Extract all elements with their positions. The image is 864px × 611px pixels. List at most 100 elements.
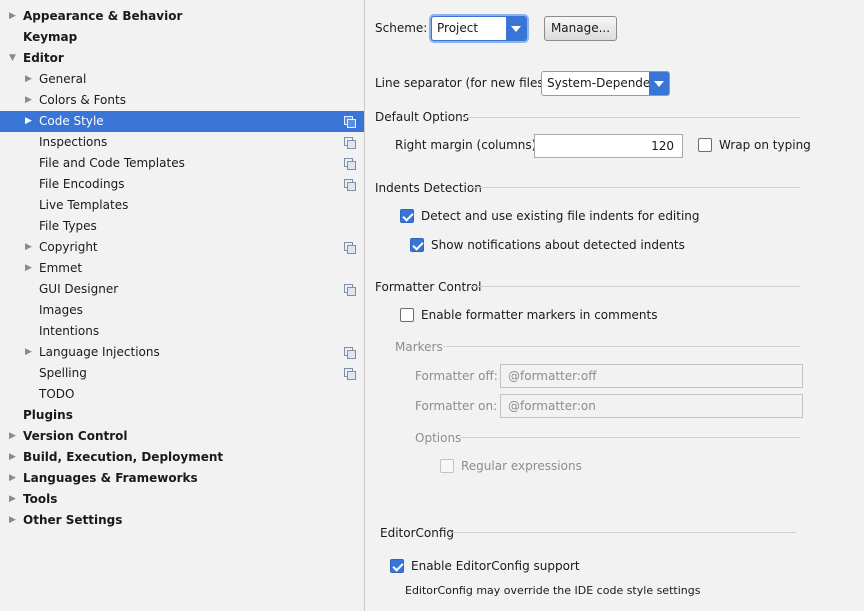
- scheme-dropdown[interactable]: Project: [431, 16, 527, 41]
- sidebar-item-label: General: [39, 72, 87, 86]
- sidebar-item-intentions[interactable]: Intentions: [0, 321, 364, 342]
- sidebar-item-copyright[interactable]: ▶ Copyright: [0, 237, 364, 258]
- sidebar-item-label: Build, Execution, Deployment: [23, 450, 224, 464]
- divider: [449, 532, 796, 533]
- show-notifications-label: Show notifications about detected indent…: [431, 238, 685, 252]
- sidebar-item-build-execution-deployment[interactable]: ▶ Build, Execution, Deployment: [0, 447, 364, 468]
- expand-right-icon[interactable]: ▶: [25, 342, 35, 363]
- sidebar-item-todo[interactable]: TODO: [0, 384, 364, 405]
- sidebar-item-plugins[interactable]: Plugins: [0, 405, 364, 426]
- sidebar-item-emmet[interactable]: ▶ Emmet: [0, 258, 364, 279]
- formatter-control-title: Formatter Control: [375, 280, 482, 294]
- expand-right-icon[interactable]: ▶: [25, 111, 35, 132]
- expand-right-icon[interactable]: ▶: [25, 258, 35, 279]
- divider: [461, 437, 800, 438]
- sidebar-item-tools[interactable]: ▶ Tools: [0, 489, 364, 510]
- sidebar-item-label: Keymap: [23, 30, 78, 44]
- editorconfig-title: EditorConfig: [380, 526, 455, 540]
- sidebar-item-spelling[interactable]: Spelling: [0, 363, 364, 384]
- sidebar-item-label: Live Templates: [39, 198, 129, 212]
- formatter-markers-label: Enable formatter markers in comments: [421, 308, 658, 322]
- sidebar-item-label: File and Code Templates: [39, 156, 185, 170]
- expand-right-icon[interactable]: ▶: [9, 510, 19, 531]
- sidebar-item-label: GUI Designer: [39, 282, 119, 296]
- regular-expressions-checkbox[interactable]: [440, 459, 454, 473]
- code-style-panel: Scheme: Project Manage... Line separator…: [365, 0, 864, 611]
- sidebar-item-label: Intentions: [39, 324, 100, 338]
- sidebar-item-label: File Encodings: [39, 177, 125, 191]
- right-margin-input[interactable]: 120: [534, 134, 683, 158]
- scheme-value: Project: [437, 21, 479, 35]
- sidebar-item-label: Language Injections: [39, 345, 160, 359]
- sidebar-item-editor[interactable]: ▼ Editor: [0, 48, 364, 69]
- sidebar-item-file-types[interactable]: File Types: [0, 216, 364, 237]
- expand-right-icon[interactable]: ▶: [9, 489, 19, 510]
- sidebar-item-label: Copyright: [39, 240, 98, 254]
- sidebar-item-appearance-behavior[interactable]: ▶ Appearance & Behavior: [0, 6, 364, 27]
- chevron-down-icon: [506, 17, 526, 40]
- sidebar-item-inspections[interactable]: Inspections: [0, 132, 364, 153]
- line-separator-value: System-Dependent: [547, 76, 663, 90]
- divider: [471, 187, 800, 188]
- markers-title: Markers: [395, 340, 443, 354]
- sidebar-item-label: Other Settings: [23, 513, 123, 527]
- expand-right-icon[interactable]: ▶: [25, 237, 35, 258]
- divider: [443, 346, 800, 347]
- expand-down-icon[interactable]: ▼: [9, 48, 19, 69]
- sidebar-item-file-encodings[interactable]: File Encodings: [0, 174, 364, 195]
- expand-right-icon[interactable]: ▶: [9, 447, 19, 468]
- project-scope-icon: [344, 116, 356, 128]
- sidebar-item-file-and-code-templates[interactable]: File and Code Templates: [0, 153, 364, 174]
- sidebar-item-images[interactable]: Images: [0, 300, 364, 321]
- sidebar-item-label: File Types: [39, 219, 97, 233]
- sidebar-item-label: Emmet: [39, 261, 83, 275]
- expand-right-icon[interactable]: ▶: [25, 90, 35, 111]
- formatter-on-label: Formatter on:: [415, 399, 498, 413]
- expand-right-icon[interactable]: ▶: [9, 6, 19, 27]
- line-separator-dropdown[interactable]: System-Dependent: [541, 71, 670, 96]
- wrap-on-typing-checkbox[interactable]: [698, 138, 712, 152]
- sidebar-item-code-style[interactable]: ▶ Code Style: [0, 111, 364, 132]
- sidebar-item-other-settings[interactable]: ▶ Other Settings: [0, 510, 364, 531]
- sidebar-item-general[interactable]: ▶ General: [0, 69, 364, 90]
- sidebar-item-label: Spelling: [39, 366, 87, 380]
- sidebar-item-live-templates[interactable]: Live Templates: [0, 195, 364, 216]
- expand-right-icon[interactable]: ▶: [25, 69, 35, 90]
- sidebar-item-label: Languages & Frameworks: [23, 471, 198, 485]
- sidebar-item-keymap[interactable]: Keymap: [0, 27, 364, 48]
- scheme-label: Scheme:: [375, 21, 428, 35]
- sidebar-item-colors-fonts[interactable]: ▶ Colors & Fonts: [0, 90, 364, 111]
- sidebar-item-label: Version Control: [23, 429, 128, 443]
- formatter-on-input[interactable]: @formatter:on: [500, 394, 803, 418]
- show-notifications-checkbox[interactable]: [410, 238, 424, 252]
- divider: [464, 117, 800, 118]
- sidebar-item-label: Code Style: [39, 114, 104, 128]
- expand-right-icon[interactable]: ▶: [9, 426, 19, 447]
- formatter-off-input[interactable]: @formatter:off: [500, 364, 803, 388]
- project-scope-icon: [344, 158, 356, 170]
- enable-editorconfig-label: Enable EditorConfig support: [411, 559, 580, 573]
- chevron-down-icon: [649, 72, 669, 95]
- options-title: Options: [415, 431, 462, 445]
- sidebar-item-label: Colors & Fonts: [39, 93, 126, 107]
- editorconfig-note: EditorConfig may override the IDE code s…: [405, 584, 701, 597]
- sidebar-item-label: TODO: [39, 387, 75, 401]
- project-scope-icon: [344, 137, 356, 149]
- sidebar-item-label: Editor: [23, 51, 64, 65]
- sidebar-item-language-injections[interactable]: ▶ Language Injections: [0, 342, 364, 363]
- project-scope-icon: [344, 347, 356, 359]
- enable-editorconfig-checkbox[interactable]: [390, 559, 404, 573]
- detect-indents-checkbox[interactable]: [400, 209, 414, 223]
- sidebar-item-gui-designer[interactable]: GUI Designer: [0, 279, 364, 300]
- sidebar-item-version-control[interactable]: ▶ Version Control: [0, 426, 364, 447]
- indents-detection-title: Indents Detection: [375, 181, 482, 195]
- right-margin-label: Right margin (columns):: [395, 138, 541, 152]
- expand-right-icon[interactable]: ▶: [9, 468, 19, 489]
- detect-indents-label: Detect and use existing file indents for…: [421, 209, 700, 223]
- sidebar-item-label: Plugins: [23, 408, 73, 422]
- manage-button[interactable]: Manage...: [544, 16, 617, 41]
- sidebar-item-languages-frameworks[interactable]: ▶ Languages & Frameworks: [0, 468, 364, 489]
- regular-expressions-label: Regular expressions: [461, 459, 582, 473]
- formatter-markers-checkbox[interactable]: [400, 308, 414, 322]
- sidebar-item-label: Inspections: [39, 135, 108, 149]
